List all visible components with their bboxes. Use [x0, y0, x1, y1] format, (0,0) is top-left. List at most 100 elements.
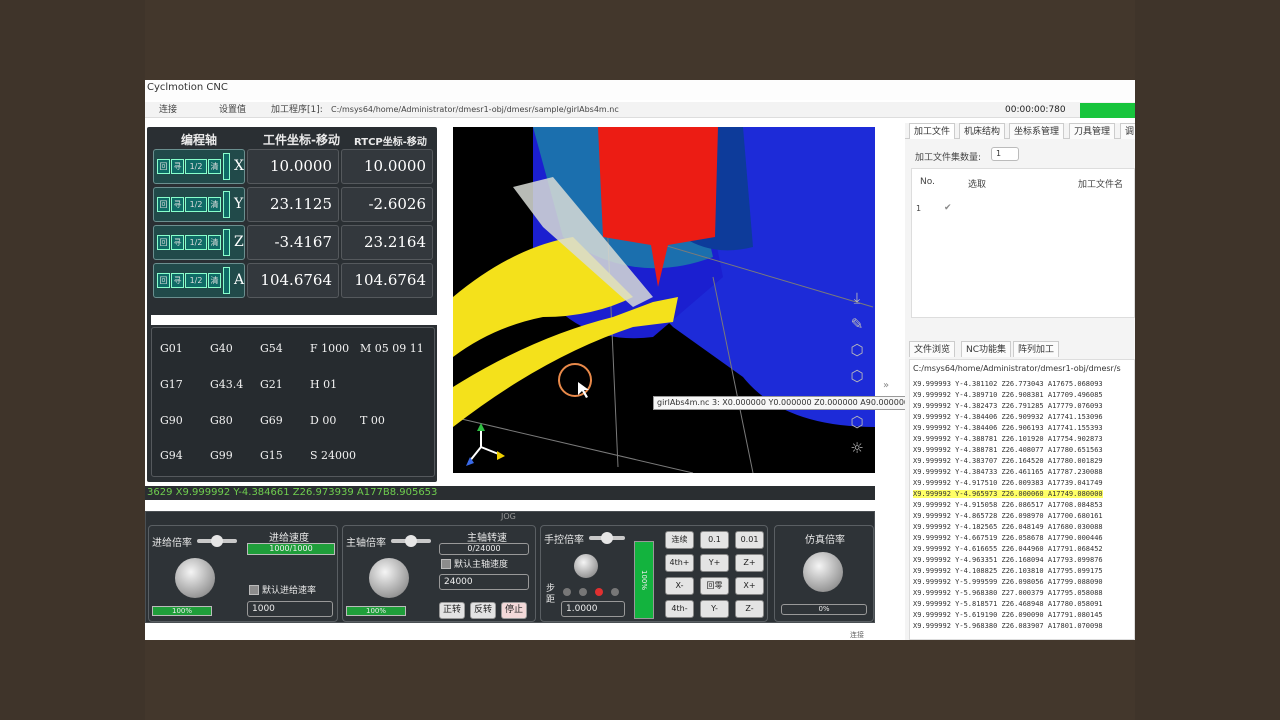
- jog-step-0-1-button[interactable]: 0.1: [700, 531, 729, 549]
- row-check[interactable]: ✔: [944, 203, 952, 213]
- code-line[interactable]: X9.999992 Y-4.182565 Z26.048149 A17680.0…: [913, 523, 1103, 531]
- spindle-override-slider[interactable]: [391, 535, 431, 547]
- code-line[interactable]: X9.999992 Y-5.968380 Z26.083907 A17801.0…: [913, 622, 1103, 630]
- gcode-file-browser[interactable]: C:/msys64/home/Administrator/dmesr1-obj/…: [909, 359, 1135, 640]
- spindle-ccw-button[interactable]: 反转: [470, 602, 496, 619]
- code-line[interactable]: X9.999992 Y-4.667519 Z26.058678 A17790.0…: [913, 534, 1103, 542]
- clear-button[interactable]: 清: [208, 235, 221, 250]
- step-indicator[interactable]: [579, 588, 587, 596]
- sim-override-knob[interactable]: [803, 552, 843, 592]
- home-button[interactable]: 回: [157, 159, 170, 174]
- tab-program-files[interactable]: 加工文件: [909, 123, 956, 139]
- find-button[interactable]: 寻: [171, 197, 184, 212]
- jog-home-button[interactable]: 回零: [700, 577, 729, 595]
- tab-tool-management[interactable]: 刀具管理: [1069, 123, 1116, 139]
- default-feed-checkbox[interactable]: [249, 585, 259, 595]
- edit-icon[interactable]: ✎: [847, 314, 867, 334]
- step-indicator[interactable]: [563, 588, 571, 596]
- code-line[interactable]: X9.999992 Y-4.108825 Z26.103810 A17795.0…: [913, 567, 1103, 575]
- code-line[interactable]: X9.999992 Y-5.999599 Z26.098056 A17799.0…: [913, 578, 1103, 586]
- default-spindle-input[interactable]: 24000: [439, 574, 529, 590]
- tab-coordinate-systems[interactable]: 坐标系管理: [1009, 123, 1065, 139]
- tab-more[interactable]: 调: [1120, 123, 1135, 139]
- code-line[interactable]: X9.999992 Y-4.384406 Z26.909932 A17741.1…: [913, 413, 1103, 421]
- tab-nc-functions[interactable]: NC功能集: [961, 341, 1012, 357]
- code-line[interactable]: X9.999992 Y-4.383707 Z26.164520 A17780.0…: [913, 457, 1103, 465]
- tab-file-browser[interactable]: 文件浏览: [909, 341, 956, 357]
- code-line[interactable]: X9.999992 Y-5.619190 Z26.090090 A17791.0…: [913, 611, 1103, 619]
- code-line[interactable]: X9.999992 Y-5.818571 Z26.468948 A17780.0…: [913, 600, 1103, 608]
- code-line[interactable]: X9.999992 Y-4.384406 Z26.906193 A17741.1…: [913, 424, 1103, 432]
- jog-step-0-01-button[interactable]: 0.01: [735, 531, 764, 549]
- menu-settings[interactable]: 设置值: [219, 102, 246, 118]
- code-line[interactable]: X9.999992 Y-5.968380 Z27.000379 A17795.0…: [913, 589, 1103, 597]
- axis-letter: Y: [234, 196, 244, 212]
- code-line[interactable]: X9.999992 Y-4.384733 Z26.461165 A17787.2…: [913, 468, 1103, 476]
- step-input[interactable]: 1.0000: [561, 601, 625, 617]
- jog-y-plus-button[interactable]: Y+: [700, 554, 729, 572]
- home-button[interactable]: 回: [157, 197, 170, 212]
- feed-override-slider[interactable]: [197, 535, 237, 547]
- clear-button[interactable]: 清: [208, 273, 221, 288]
- home-button[interactable]: 回: [157, 273, 170, 288]
- jog-z-minus-button[interactable]: Z-: [735, 600, 764, 618]
- jog-x-plus-button[interactable]: X+: [735, 577, 764, 595]
- code-line[interactable]: X9.999992 Y-4.915058 Z26.086517 A17708.0…: [913, 501, 1103, 509]
- axis-controls: 回 寻 1/2 清 Y: [153, 187, 245, 222]
- jog-x-minus-button[interactable]: X-: [665, 577, 694, 595]
- jog-y-minus-button[interactable]: Y-: [700, 600, 729, 618]
- code-line[interactable]: X9.999992 Y-4.382473 Z26.791285 A17779.0…: [913, 402, 1103, 410]
- step-indicator[interactable]: [611, 588, 619, 596]
- code-line[interactable]: X9.999992 Y-4.389710 Z26.908381 A17709.4…: [913, 391, 1103, 399]
- tab-array-machining[interactable]: 阵列加工: [1013, 341, 1060, 357]
- axis-toggle[interactable]: [223, 267, 230, 294]
- code-line[interactable]: X9.999993 Y-4.381102 Z26.773043 A17675.0…: [913, 380, 1103, 388]
- menu-connect[interactable]: 连接: [159, 102, 177, 118]
- collapse-icon[interactable]: »: [883, 380, 889, 391]
- tab-machine-structure[interactable]: 机床结构: [959, 123, 1006, 139]
- clear-button[interactable]: 清: [208, 197, 221, 212]
- simulation-scene: [453, 127, 875, 473]
- step-indicator-active[interactable]: [595, 588, 603, 596]
- code-line[interactable]: X9.999992 Y-4.963351 Z26.168094 A17793.0…: [913, 556, 1103, 564]
- code-line[interactable]: X9.999992 Y-4.388781 Z26.101920 A17754.9…: [913, 435, 1103, 443]
- axis-toggle[interactable]: [223, 229, 230, 256]
- default-feed-input[interactable]: 1000: [247, 601, 333, 617]
- jog-4th-plus-button[interactable]: 4th+: [665, 554, 694, 572]
- download-icon[interactable]: ⤓: [847, 288, 867, 308]
- jog-z-plus-button[interactable]: Z+: [735, 554, 764, 572]
- cube-side-icon[interactable]: ⬡: [847, 412, 867, 432]
- hand-override-knob[interactable]: [574, 554, 598, 578]
- light-icon[interactable]: ☼: [847, 438, 867, 458]
- spindle-override-knob[interactable]: [369, 558, 409, 598]
- code-line[interactable]: X9.999992 Y-4.616655 Z26.044960 A17791.0…: [913, 545, 1103, 553]
- spindle-cw-button[interactable]: 正转: [439, 602, 465, 619]
- find-button[interactable]: 寻: [171, 235, 184, 250]
- half-button[interactable]: 1/2: [185, 159, 207, 174]
- code-line[interactable]: X9.999992 Y-4.865728 Z26.098970 A17700.6…: [913, 512, 1103, 520]
- code-line[interactable]: X9.999992 Y-4.388781 Z26.408077 A17780.6…: [913, 446, 1103, 454]
- axis-toggle[interactable]: [223, 153, 230, 180]
- jog-continuous-button[interactable]: 连续: [665, 531, 694, 549]
- separator-bar: [151, 315, 437, 325]
- axis-toggle[interactable]: [223, 191, 230, 218]
- half-button[interactable]: 1/2: [185, 235, 207, 250]
- jog-4th-minus-button[interactable]: 4th-: [665, 600, 694, 618]
- code-line[interactable]: X9.999992 Y-4.965973 Z26.000060 A17749.0…: [913, 490, 1103, 498]
- simulation-viewport[interactable]: [453, 127, 875, 473]
- home-button[interactable]: 回: [157, 235, 170, 250]
- feed-override-knob[interactable]: [175, 558, 215, 598]
- spindle-stop-button[interactable]: 停止: [501, 602, 527, 619]
- header-axis: 编程轴: [181, 133, 218, 147]
- default-spindle-checkbox[interactable]: [441, 559, 451, 569]
- file-count-input[interactable]: 1: [991, 147, 1019, 161]
- find-button[interactable]: 寻: [171, 159, 184, 174]
- find-button[interactable]: 寻: [171, 273, 184, 288]
- hand-override-slider[interactable]: [589, 532, 625, 544]
- half-button[interactable]: 1/2: [185, 197, 207, 212]
- code-line[interactable]: X9.999992 Y-4.917510 Z26.009383 A17739.0…: [913, 479, 1103, 487]
- cube-top-icon[interactable]: ⬡: [847, 366, 867, 386]
- clear-button[interactable]: 清: [208, 159, 221, 174]
- cube-icon[interactable]: ⬡: [847, 340, 867, 360]
- half-button[interactable]: 1/2: [185, 273, 207, 288]
